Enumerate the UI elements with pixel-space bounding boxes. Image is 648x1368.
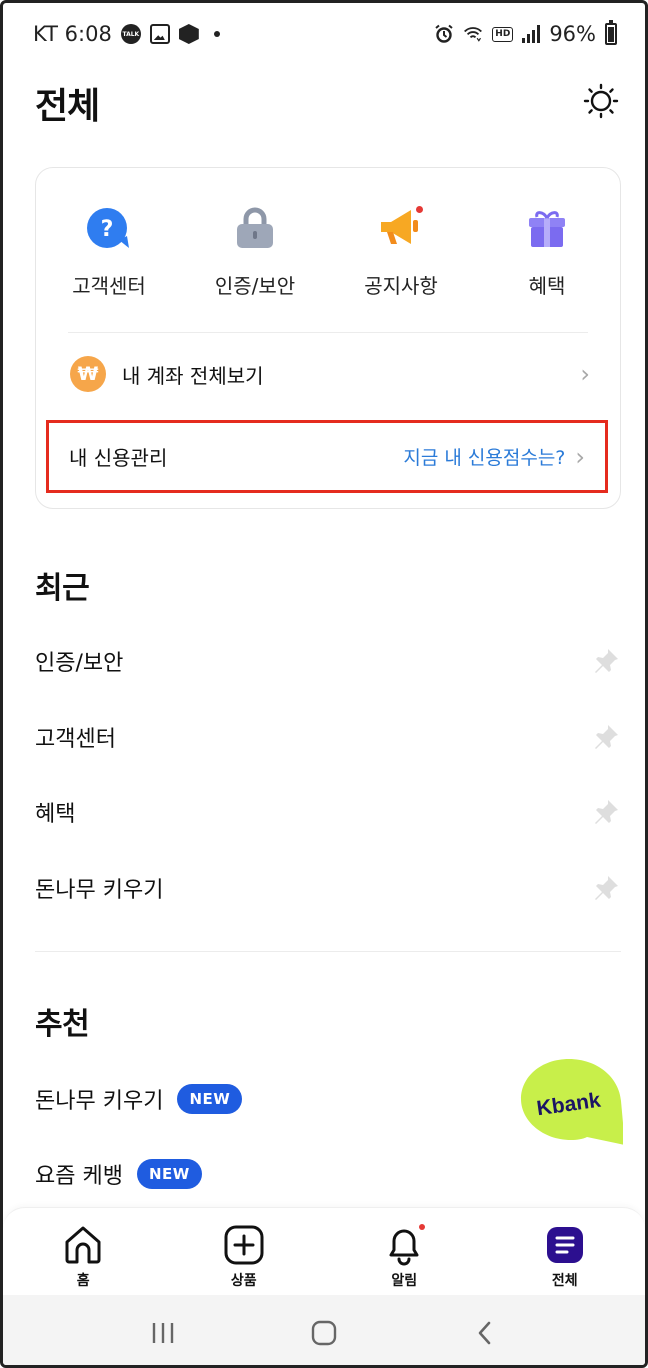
home-button[interactable] xyxy=(304,1313,344,1353)
image-notification-icon xyxy=(149,24,170,44)
quick-notices[interactable]: 공지사항 xyxy=(328,204,474,299)
recent-item[interactable]: 고객센터 xyxy=(35,709,621,765)
recent-item-label: 인증/보안 xyxy=(35,651,124,676)
kbank-floating-button[interactable]: Kbank xyxy=(519,1057,625,1153)
back-arrow-icon xyxy=(478,1321,490,1345)
gift-icon xyxy=(529,211,565,247)
kakaotalk-icon: TALK xyxy=(120,24,141,44)
status-left: KT 6:08 TALK xyxy=(33,22,220,46)
recommend-section-title: 추천 xyxy=(35,1007,90,1042)
nav-label: 전체 xyxy=(551,1273,578,1289)
recent-apps-button[interactable] xyxy=(143,1313,183,1353)
alarm-icon xyxy=(435,24,453,43)
recommend-item-label: 요즘 케뱅 xyxy=(35,1164,123,1189)
app-notification-icon xyxy=(178,24,199,44)
credit-management-row[interactable]: 내 신용관리 지금 내 신용점수는? › xyxy=(46,420,608,493)
menu-icon xyxy=(546,1227,583,1263)
bell-icon xyxy=(389,1229,419,1266)
nav-home[interactable]: 홈 xyxy=(3,1208,164,1295)
recent-section-title: 최근 xyxy=(35,571,90,606)
recent-apps-icon xyxy=(153,1323,174,1343)
status-bar: KT 6:08 TALK HD 96% xyxy=(3,3,645,65)
nav-label: 홈 xyxy=(76,1273,90,1289)
recent-item[interactable]: 혜택 xyxy=(35,784,621,840)
quick-label: 인증/보안 xyxy=(214,274,296,298)
pin-icon[interactable] xyxy=(591,873,621,903)
pin-icon[interactable] xyxy=(591,722,621,752)
recent-item[interactable]: 돈나무 키우기 xyxy=(35,860,621,916)
display-mode-icon[interactable] xyxy=(583,83,619,119)
question-bubble-icon: ? xyxy=(87,208,129,248)
notification-dot xyxy=(416,206,423,213)
battery-percent: 96% xyxy=(549,22,596,46)
more-notifications-icon xyxy=(213,31,220,37)
pin-icon[interactable] xyxy=(591,646,621,676)
kbank-logo-icon: Kbank xyxy=(521,1059,625,1145)
megaphone-icon-wrapper xyxy=(377,204,425,252)
plus-square-icon xyxy=(224,1225,264,1265)
home-icon xyxy=(65,1226,101,1264)
section-divider xyxy=(35,951,621,952)
all-accounts-label: 내 계좌 전체보기 xyxy=(122,363,264,388)
screen: KT 6:08 TALK HD 96% 전체 ? 고객센터 인증/보안 공지사항… xyxy=(0,0,648,1368)
chevron-right-icon: › xyxy=(575,442,585,471)
new-badge: NEW xyxy=(177,1084,243,1114)
won-coin-icon: ₩ xyxy=(70,356,106,392)
quick-customer-center[interactable]: ? 고객센터 xyxy=(36,204,182,299)
recent-item[interactable]: 인증/보안 xyxy=(35,633,621,689)
quick-menu-card: ? 고객센터 인증/보안 공지사항 혜택 ₩ 내 계좌 전체보기 › 내 신용관… xyxy=(35,167,621,509)
recommend-item[interactable]: 요즘 케뱅 NEW xyxy=(35,1152,202,1196)
quick-label: 고객센터 xyxy=(72,274,146,298)
recent-item-label: 돈나무 키우기 xyxy=(35,878,164,903)
bell-icon-wrapper xyxy=(383,1224,426,1266)
quick-auth-security[interactable]: 인증/보안 xyxy=(182,204,328,299)
pin-icon[interactable] xyxy=(591,797,621,827)
lock-icon xyxy=(237,207,273,248)
nav-all-menu[interactable]: 전체 xyxy=(485,1208,646,1295)
quick-label: 공지사항 xyxy=(364,274,438,298)
nav-label: 상품 xyxy=(230,1273,257,1289)
recent-item-label: 고객센터 xyxy=(35,727,116,752)
card-divider xyxy=(68,332,588,333)
bottom-navigation: 홈 상품 알림 전체 xyxy=(3,1207,645,1295)
hd-voice-icon: HD xyxy=(492,26,514,42)
new-badge: NEW xyxy=(136,1159,202,1189)
quick-benefits[interactable]: 혜택 xyxy=(474,204,620,299)
talk-badge-text: TALK xyxy=(122,30,140,38)
page-title: 전체 xyxy=(35,86,100,127)
wifi-icon xyxy=(464,27,483,42)
quick-menu-grid: ? 고객센터 인증/보안 공지사항 혜택 xyxy=(36,204,620,299)
svg-text:?: ? xyxy=(101,217,114,242)
back-button[interactable] xyxy=(465,1313,505,1353)
nav-notifications[interactable]: 알림 xyxy=(324,1208,485,1295)
recommend-item[interactable]: 돈나무 키우기 NEW xyxy=(35,1077,243,1121)
recommend-item-label: 돈나무 키우기 xyxy=(35,1089,164,1114)
credit-management-label: 내 신용관리 xyxy=(69,446,168,470)
battery-icon xyxy=(605,20,617,45)
signal-icon xyxy=(522,25,541,43)
quick-label: 혜택 xyxy=(528,274,566,298)
status-right: HD 96% xyxy=(434,20,617,46)
carrier-time: KT 6:08 xyxy=(33,22,112,46)
all-accounts-row[interactable]: ₩ 내 계좌 전체보기 › xyxy=(70,352,590,396)
recent-item-label: 혜택 xyxy=(35,802,76,827)
nav-label: 알림 xyxy=(391,1273,418,1289)
credit-score-link[interactable]: 지금 내 신용점수는? xyxy=(403,443,565,470)
home-circle-icon xyxy=(311,1320,337,1346)
chevron-right-icon: › xyxy=(580,360,590,388)
nav-products[interactable]: 상품 xyxy=(164,1208,325,1295)
system-navigation-bar xyxy=(3,1295,645,1365)
